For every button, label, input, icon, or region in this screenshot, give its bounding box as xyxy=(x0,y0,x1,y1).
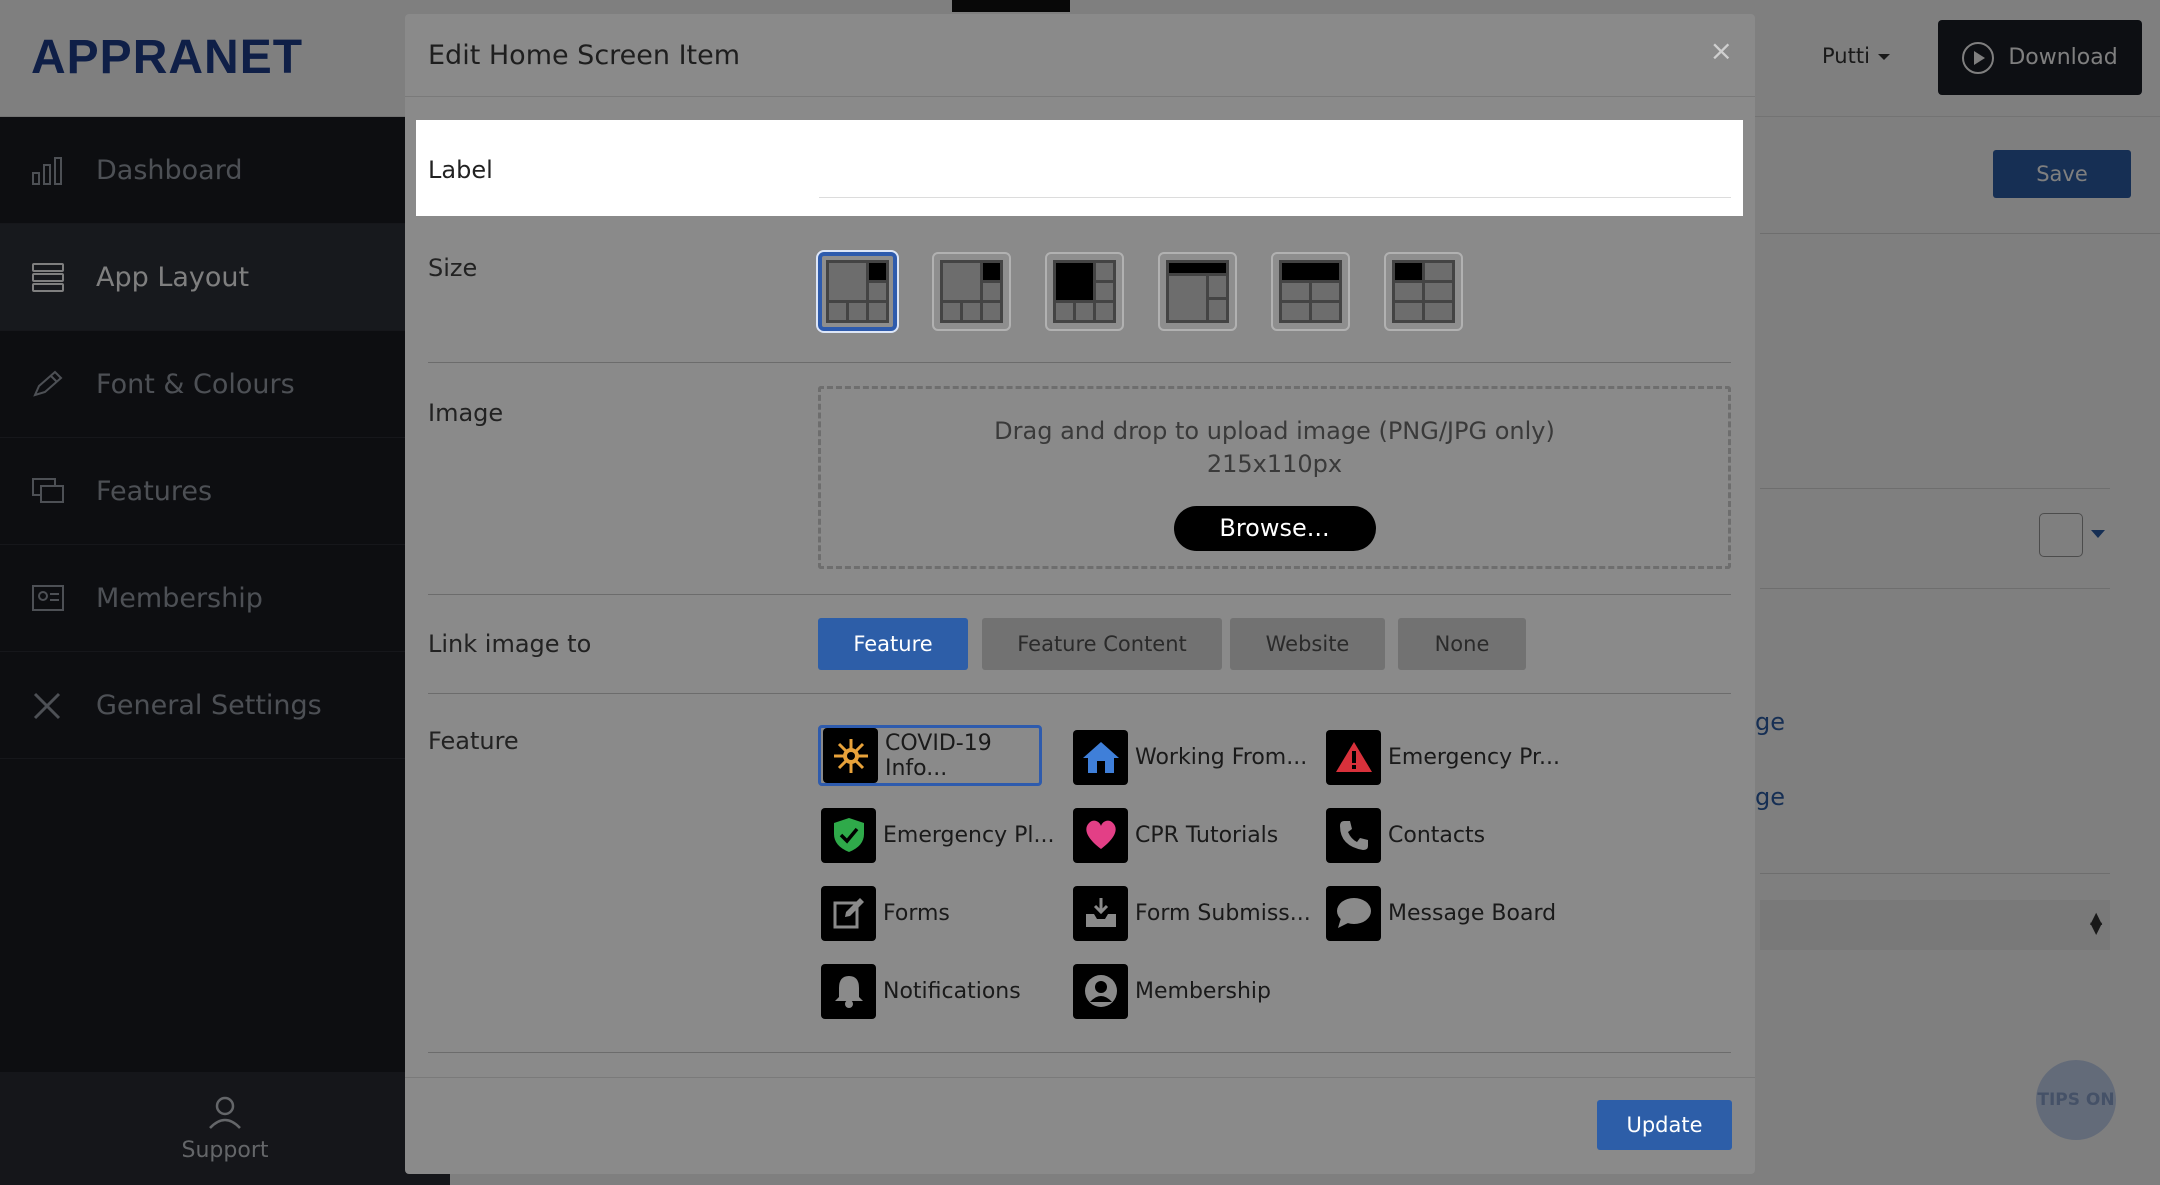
label-row: Label xyxy=(416,120,1743,216)
label-field-label: Label xyxy=(428,156,493,184)
feature-item-cpr-tutorials[interactable]: CPR Tutorials xyxy=(1073,806,1278,864)
modal-header: Edit Home Screen Item × xyxy=(405,14,1755,97)
feature-item-covid[interactable]: COVID-19 Info... xyxy=(818,725,1042,786)
virus-icon xyxy=(823,728,878,783)
feature-item-label: Working From... xyxy=(1135,744,1308,770)
divider xyxy=(428,1052,1731,1053)
feature-item-label: COVID-19 Info... xyxy=(885,730,992,781)
feature-item-label: Contacts xyxy=(1388,822,1486,848)
close-icon[interactable]: × xyxy=(1710,34,1733,67)
feature-item-label: Form Submiss... xyxy=(1135,900,1311,926)
feature-item-label: Membership xyxy=(1135,978,1271,1004)
user-circle-icon xyxy=(1073,963,1128,1019)
image-dropzone[interactable]: Drag and drop to upload image (PNG/JPG o… xyxy=(818,386,1731,569)
size-label: Size xyxy=(428,254,478,282)
home-icon xyxy=(1073,729,1128,785)
feature-item-notifications[interactable]: Notifications xyxy=(821,962,1021,1020)
divider xyxy=(428,362,1731,363)
dropzone-instructions: Drag and drop to upload image (PNG/JPG o… xyxy=(994,417,1555,445)
feature-item-label: Notifications xyxy=(883,978,1021,1004)
size-option-2[interactable] xyxy=(932,252,1011,331)
inbox-download-icon xyxy=(1073,885,1128,941)
size-option-3[interactable] xyxy=(1045,252,1124,331)
shield-check-icon xyxy=(821,807,876,863)
link-option-website[interactable]: Website xyxy=(1230,618,1385,670)
feature-item-message-board[interactable]: Message Board xyxy=(1326,884,1556,942)
size-option-6[interactable] xyxy=(1384,252,1463,331)
phone-icon xyxy=(1326,807,1381,863)
link-option-feature-content[interactable]: Feature Content xyxy=(982,618,1222,670)
feature-item-forms[interactable]: Forms xyxy=(821,884,950,942)
warning-icon xyxy=(1326,729,1381,785)
chat-bubble-icon xyxy=(1326,885,1381,941)
size-option-5[interactable] xyxy=(1271,252,1350,331)
feature-item-form-submissions[interactable]: Form Submiss... xyxy=(1073,884,1311,942)
bell-icon xyxy=(821,963,876,1019)
label-input[interactable] xyxy=(819,168,1731,198)
feature-item-membership[interactable]: Membership xyxy=(1073,962,1271,1020)
divider xyxy=(428,693,1731,694)
feature-item-working-from[interactable]: Working From... xyxy=(1073,728,1307,786)
divider xyxy=(428,594,1731,595)
edit-home-screen-item-modal: Edit Home Screen Item × Label Size Image… xyxy=(405,14,1755,1174)
update-button[interactable]: Update xyxy=(1597,1100,1732,1150)
link-option-none[interactable]: None xyxy=(1398,618,1526,670)
modal-footer-divider xyxy=(405,1077,1755,1078)
link-image-label: Link image to xyxy=(428,630,592,658)
edit-icon xyxy=(821,885,876,941)
feature-item-contacts[interactable]: Contacts xyxy=(1326,806,1485,864)
dropzone-text: Drag and drop to upload image (PNG/JPG o… xyxy=(821,415,1728,481)
size-option-1[interactable] xyxy=(818,252,897,331)
link-option-feature[interactable]: Feature xyxy=(818,618,968,670)
feature-item-label: Emergency Pl... xyxy=(883,822,1055,848)
feature-item-label: Emergency Pr... xyxy=(1388,744,1560,770)
feature-label: Feature xyxy=(428,727,519,755)
size-option-4[interactable] xyxy=(1158,252,1237,331)
feature-item-label: CPR Tutorials xyxy=(1135,822,1279,848)
feature-item-label: Message Board xyxy=(1388,900,1557,926)
feature-item-emergency-pl[interactable]: Emergency Pl... xyxy=(821,806,1054,864)
feature-item-label: Forms xyxy=(883,900,950,926)
image-label: Image xyxy=(428,399,504,427)
browse-button[interactable]: Browse... xyxy=(1173,506,1376,551)
dropzone-size: 215x110px xyxy=(1206,450,1343,478)
modal-title: Edit Home Screen Item xyxy=(428,40,741,71)
feature-item-emergency-pr[interactable]: Emergency Pr... xyxy=(1326,728,1560,786)
heart-icon xyxy=(1073,807,1128,863)
